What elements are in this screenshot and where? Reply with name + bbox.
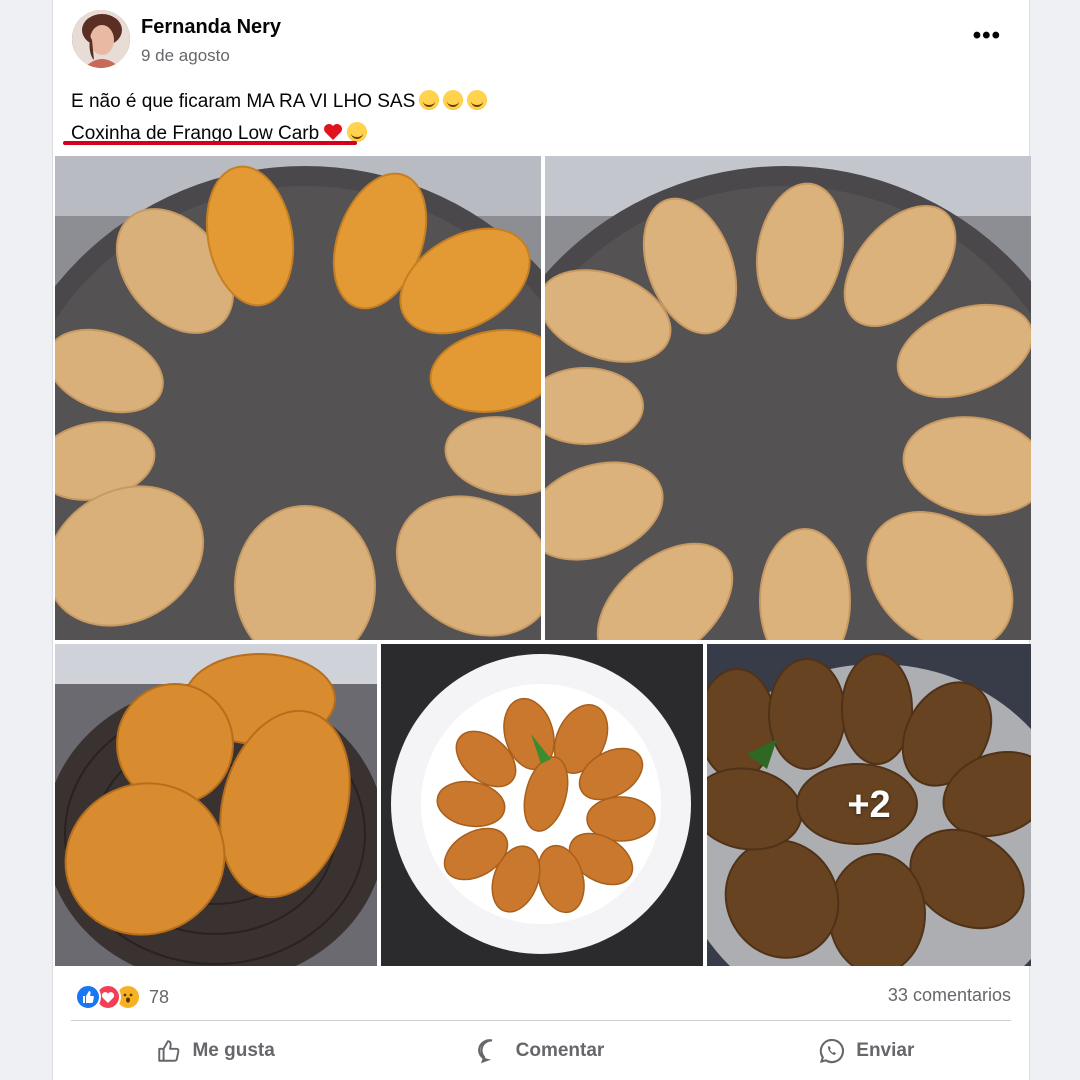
author-name[interactable]: Fernanda Nery (141, 16, 281, 39)
more-options-icon[interactable]: ••• (973, 24, 1001, 48)
teary-face-icon (347, 122, 368, 142)
comment-button-label: Comentar (515, 1040, 605, 1061)
whatsapp-icon (820, 1038, 845, 1064)
red-underline-annotation (63, 141, 357, 145)
photo-raw-coxinhas-pan[interactable] (55, 156, 541, 640)
avatar[interactable] (72, 10, 130, 68)
more-photos-count: +2 (847, 783, 891, 826)
smiling-face-icon (467, 90, 488, 110)
post-text-line-1: E não é que ficaram MA RA VI LHO SAS (71, 86, 488, 118)
comments-count-link[interactable]: 33 comentarios (888, 985, 1011, 1006)
reaction-summary[interactable]: 78 (75, 984, 169, 1010)
send-button[interactable]: Enviar (704, 1030, 1029, 1072)
actions-divider (71, 1020, 1011, 1021)
like-icon (75, 984, 101, 1010)
post-text-line-2: Coxinha de Frango Low Carb (71, 118, 487, 150)
like-button-label: Me gusta (192, 1040, 275, 1061)
photo-breaded-coxinhas-pan[interactable] (545, 156, 1031, 640)
post-text-line-1-text: E não é que ficaram MA RA VI LHO SAS (71, 91, 416, 112)
facebook-post: Fernanda Nery 9 de agosto ••• E não é qu… (52, 0, 1031, 1080)
thumbs-up-icon (158, 1040, 180, 1062)
comment-button[interactable]: Comentar (378, 1030, 703, 1072)
red-heart-icon (324, 124, 343, 140)
like-button[interactable]: Me gusta (53, 1030, 378, 1072)
photo-fried-coxinhas-plate[interactable] (381, 644, 703, 966)
smiling-face-icon (419, 90, 440, 110)
reaction-count: 78 (149, 986, 170, 1007)
smiling-face-icon (443, 90, 464, 110)
photo-fried-coxinhas-basket[interactable] (55, 644, 377, 966)
post-actions-bar: Me gusta Comentar Enviar (53, 1030, 1029, 1072)
comment-bubble-icon (477, 1039, 492, 1064)
send-button-label: Enviar (856, 1040, 915, 1061)
photo-dark-coxinhas-more[interactable]: +2 (707, 644, 1031, 966)
more-photos-overlay[interactable]: +2 (707, 644, 1031, 966)
post-timestamp[interactable]: 9 de agosto (141, 46, 230, 66)
